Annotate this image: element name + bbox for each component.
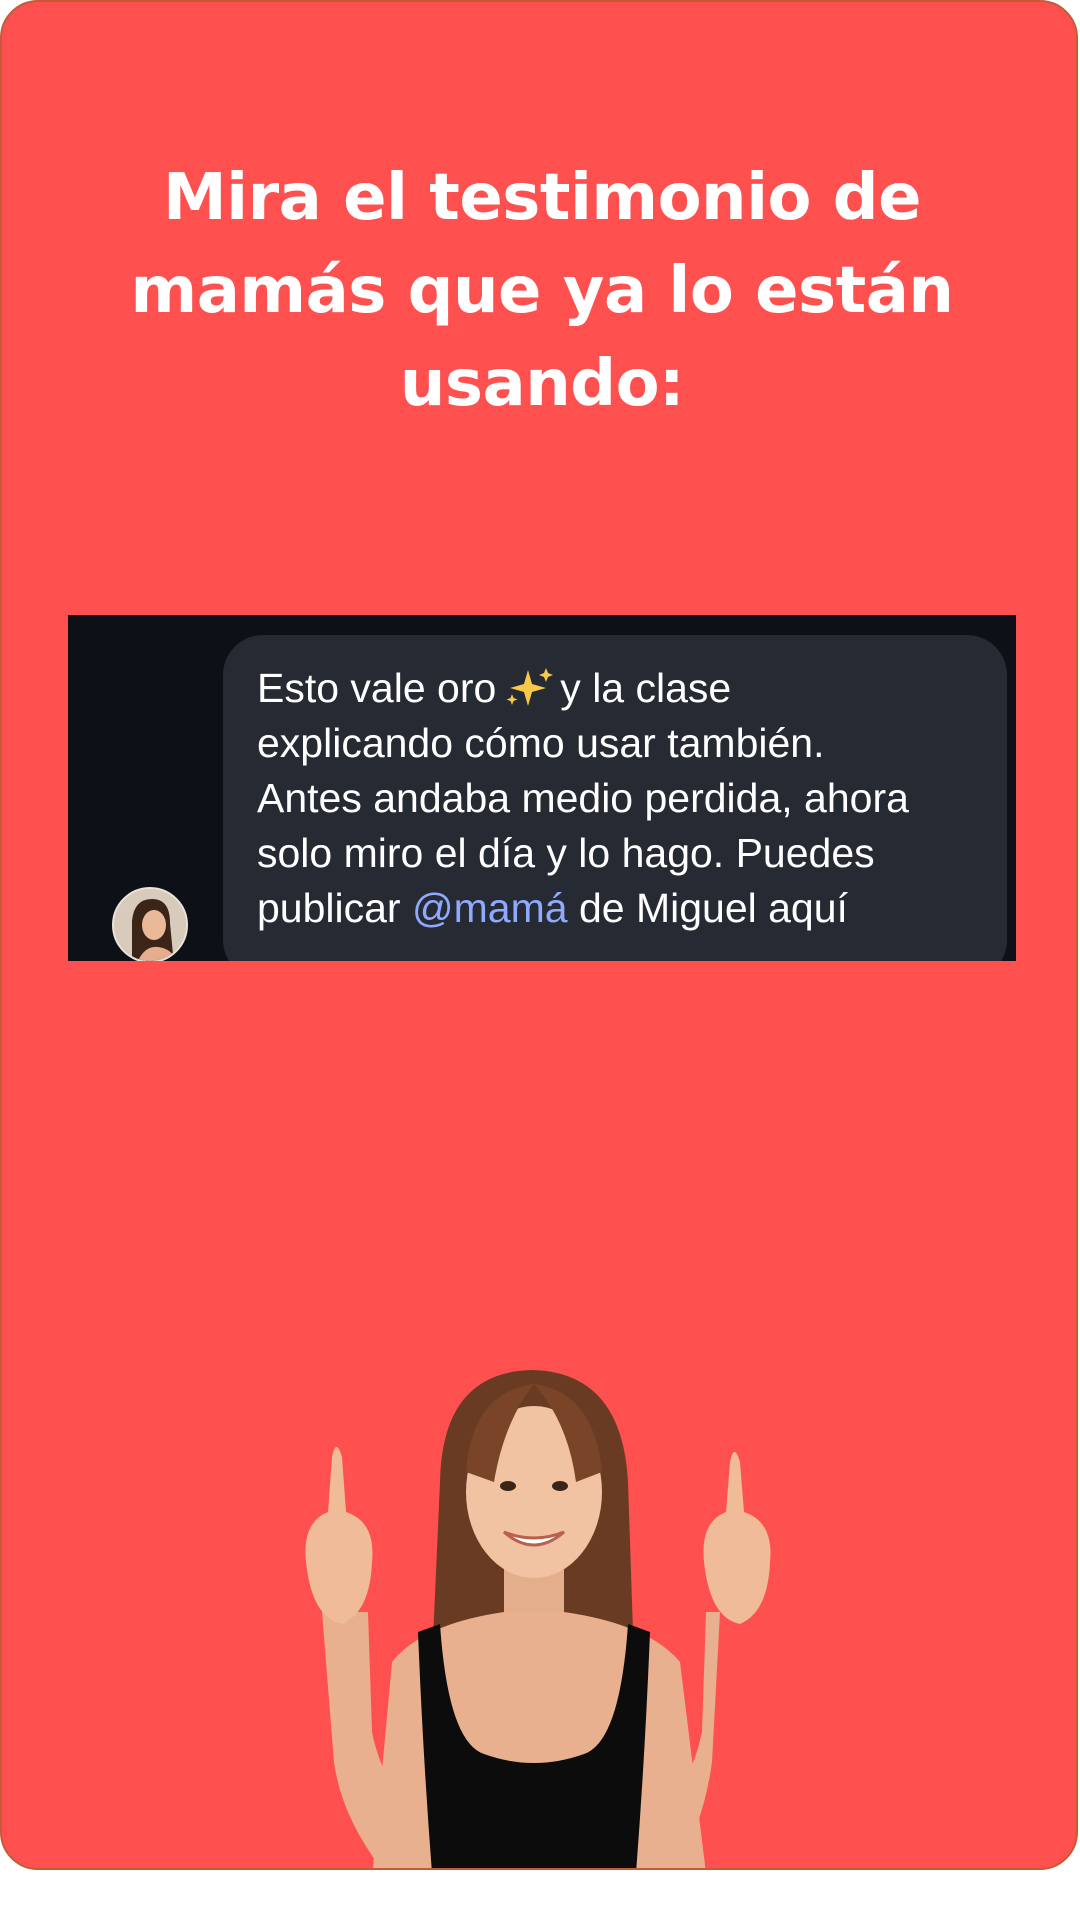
message-line-5: publicar @mamá de Miguel aquí	[257, 881, 973, 936]
headline-line-1: Mira el testimonio de	[162, 161, 922, 235]
page-headline: Mira el testimonio de mamás que ya lo es…	[82, 152, 1002, 431]
message-text: de Miguel aquí	[578, 885, 848, 931]
message-line-4: solo miro el día y lo hago. Puedes	[257, 830, 875, 876]
message-text: publicar	[257, 885, 401, 931]
testimonial-screenshot: Esto vale oro y la clase explicando cómo…	[68, 615, 1016, 961]
message-text: Esto vale oro	[257, 665, 497, 711]
sparkles-icon	[506, 668, 554, 706]
message-line-3: Antes andaba medio perdida, ahora	[257, 775, 909, 821]
message-line-1: Esto vale oro y la clase	[257, 661, 973, 716]
mention-link[interactable]: @mamá	[412, 885, 568, 931]
message-bubble: Esto vale oro y la clase explicando cómo…	[223, 635, 1007, 961]
message-text: y la clase	[560, 665, 732, 711]
avatar-photo	[114, 889, 186, 961]
headline-line-2: mamás que ya lo están	[130, 254, 954, 328]
message-line-2: explicando cómo usar también.	[257, 720, 825, 766]
headline-line-3: usando:	[399, 347, 685, 421]
promo-card: Mira el testimonio de mamás que ya lo es…	[0, 0, 1078, 1870]
avatar	[112, 887, 188, 961]
woman-pointing-up-image	[305, 1370, 771, 1868]
